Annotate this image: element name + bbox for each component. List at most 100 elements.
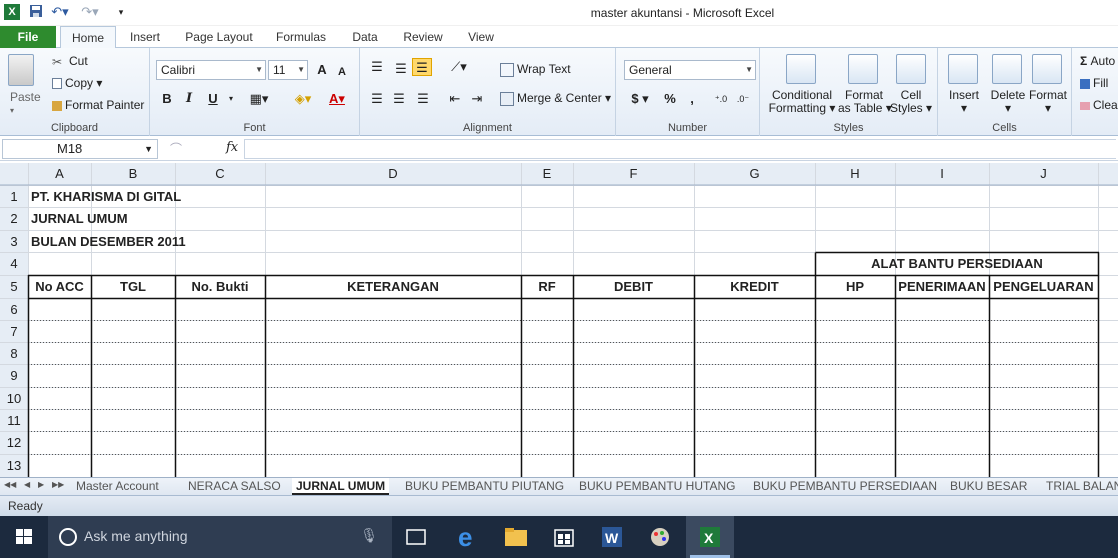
column-header-j[interactable]: J [989,163,1098,185]
conditional-formatting-icon[interactable] [786,54,816,84]
tab-review[interactable]: Review [396,26,450,48]
increase-indent-icon[interactable]: ⇥ [468,90,486,108]
paste-dropdown-icon[interactable]: ▾ [10,106,14,115]
row-header[interactable]: 6 [0,299,28,320]
header-penerimaan[interactable]: PENERIMAAN [895,276,989,297]
conditional-formatting-button[interactable]: Conditional Formatting ▾ [768,89,836,115]
paste-icon[interactable] [8,54,34,86]
name-box[interactable]: M18 ▼ [2,139,158,159]
tab-page-layout[interactable]: Page Layout [178,26,260,48]
file-explorer-icon[interactable] [492,516,540,558]
sheet-tab-master-account[interactable]: Master Account [76,478,159,495]
insert-cells-button[interactable]: Insert ▾ [942,89,986,115]
header-hp[interactable]: HP [815,276,895,297]
wrap-text-button[interactable]: Wrap Text [500,62,571,77]
decrease-decimal-icon[interactable]: .0⁻ [734,90,752,108]
paint-icon[interactable] [636,516,684,558]
edge-icon[interactable]: e [444,516,492,558]
prev-sheet-icon[interactable]: ◀ [24,480,30,489]
currency-button[interactable]: $ ▾ [628,90,652,108]
tab-view[interactable]: View [460,26,502,48]
journal-title-cell[interactable]: JURNAL UMUM [31,208,128,229]
comma-button[interactable]: , [686,90,698,108]
column-header-d[interactable]: D [265,163,521,185]
sheet-tab-buku-pembantu-piutang[interactable]: BUKU PEMBANTU PIUTANG [405,478,564,495]
header-pengeluaran[interactable]: PENGELUARAN [989,276,1098,297]
underline-dropdown-icon[interactable]: ▾ [226,90,236,108]
row-header[interactable]: 5 [0,276,28,297]
delete-cells-button[interactable]: Delete ▾ [986,89,1030,115]
header-no-acc[interactable]: No ACC [28,276,91,297]
format-as-table-button[interactable]: Format as Table ▾ [838,89,892,115]
fill-color-icon[interactable]: ◈▾ [290,90,316,108]
column-header-e[interactable]: E [521,163,573,185]
row-header[interactable]: 11 [0,410,28,431]
next-sheet-icon[interactable]: ▶ [38,480,44,489]
cell-styles-icon[interactable] [896,54,926,84]
row-header[interactable]: 10 [0,388,28,409]
sheet-tab-neraca-salso[interactable]: NERACA SALSO [188,478,281,495]
font-name-select[interactable]: Calibri ▼ [156,60,266,80]
header-no-bukti[interactable]: No. Bukti [175,276,265,297]
align-center-icon[interactable]: ☰ [390,90,408,108]
tab-home[interactable]: Home [60,26,116,49]
tab-insert[interactable]: Insert [122,26,168,48]
header-rf[interactable]: RF [521,276,573,297]
microphone-icon[interactable]: 🎙 [360,527,378,544]
sheet-tab-buku-pembantu-hutang[interactable]: BUKU PEMBANTU HUTANG [579,478,735,495]
search-box[interactable]: Ask me anything 🎙 [48,516,392,558]
excel-taskbar-icon[interactable]: X [686,516,734,558]
row-header[interactable]: 13 [0,455,28,476]
fill-button[interactable]: Fill [1080,76,1108,90]
format-cells-button[interactable]: Format ▾ [1026,89,1070,115]
tab-formulas[interactable]: Formulas [270,26,332,48]
font-color-icon[interactable]: A▾ [324,90,350,108]
column-header-a[interactable]: A [28,163,91,185]
row-header[interactable]: 3 [0,231,28,252]
autosum-button[interactable]: Σ Auto [1080,54,1115,68]
row-header[interactable]: 9 [0,365,28,386]
format-painter-button[interactable]: Format Painter [52,98,144,112]
orientation-icon[interactable]: ⟋▾ [448,58,470,76]
underline-button[interactable]: U [204,90,222,108]
align-right-icon[interactable]: ☰ [414,90,432,108]
row-header[interactable]: 2 [0,208,28,229]
period-cell[interactable]: BULAN DESEMBER 2011 [31,231,186,252]
sheet-tab-trial-balance[interactable]: TRIAL BALAN [1046,478,1118,495]
header-tgl[interactable]: TGL [91,276,175,297]
row-header[interactable]: 1 [0,186,28,207]
first-sheet-icon[interactable]: ◀◀ [4,480,16,489]
clear-button[interactable]: Clea [1080,98,1118,112]
italic-button[interactable]: I [180,90,198,108]
sheet-tab-buku-besar[interactable]: BUKU BESAR [950,478,1027,495]
tab-file[interactable]: File [0,26,56,48]
increase-decimal-icon[interactable]: ⁺.0 [712,90,730,108]
tab-data[interactable]: Data [344,26,386,48]
cut-button[interactable]: ✂ Cut [52,54,88,69]
column-header-h[interactable]: H [815,163,895,185]
merge-center-button[interactable]: Merge & Center ▾ [500,91,611,106]
grow-font-button[interactable]: A [314,61,330,79]
header-keterangan[interactable]: KETERANGAN [265,276,521,297]
bold-button[interactable]: B [158,90,176,108]
row-header[interactable]: 7 [0,321,28,342]
sheet-tab-buku-pembantu-persediaan[interactable]: BUKU PEMBANTU PERSEDIAAN [753,478,937,495]
column-header-f[interactable]: F [573,163,694,185]
insert-cells-icon[interactable] [948,54,978,84]
align-middle-icon[interactable]: ☰ [392,60,410,78]
header-debit[interactable]: DEBIT [573,276,694,297]
task-view-icon[interactable] [392,516,440,558]
function-icon[interactable]: fx [226,140,238,155]
format-table-icon[interactable] [848,54,878,84]
font-size-select[interactable]: 11 ▼ [268,60,308,80]
column-header-g[interactable]: G [694,163,815,185]
shrink-font-button[interactable]: A [336,63,348,81]
row-header[interactable]: 4 [0,253,28,274]
header-kredit[interactable]: KREDIT [694,276,815,297]
row-header[interactable]: 8 [0,343,28,364]
decrease-indent-icon[interactable]: ⇤ [446,90,464,108]
sheet-tab-jurnal-umum[interactable]: JURNAL UMUM [292,478,390,495]
store-icon[interactable] [540,516,588,558]
chevron-down-icon[interactable]: ▼ [144,140,153,158]
cell-styles-button[interactable]: Cell Styles ▾ [890,89,932,115]
